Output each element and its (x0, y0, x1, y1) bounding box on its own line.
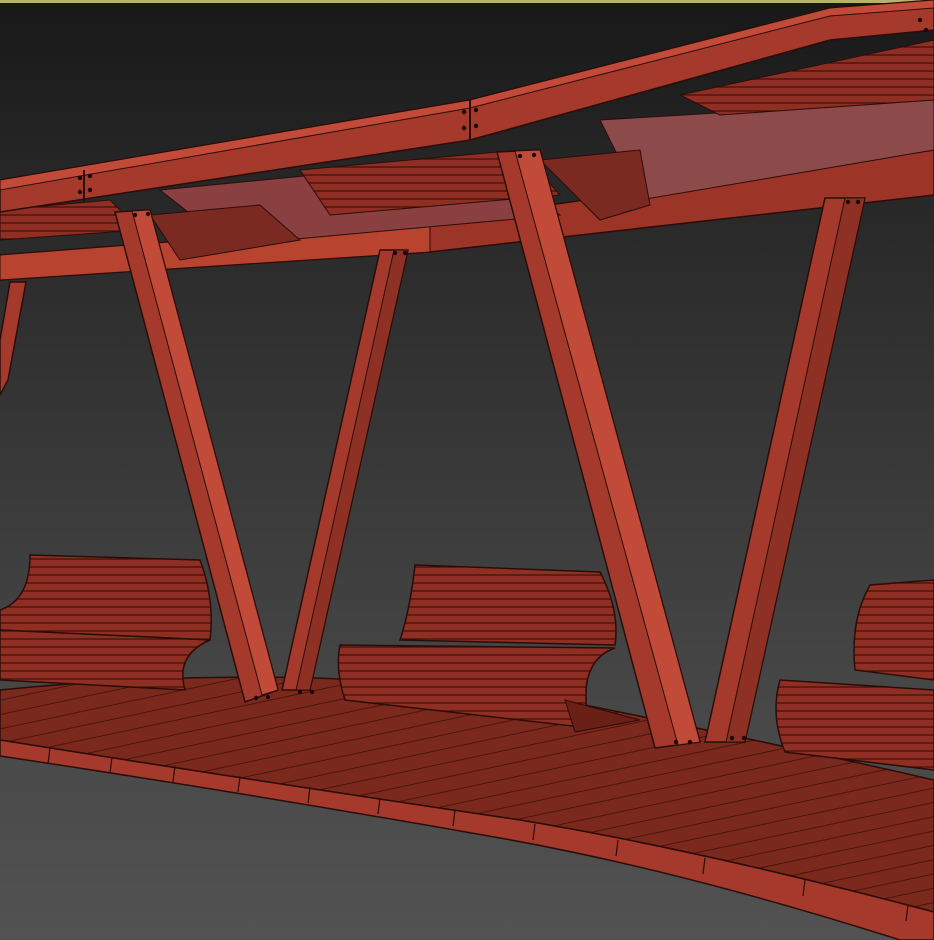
bench-right[interactable] (775, 579, 934, 771)
bench-left[interactable] (0, 554, 212, 691)
v-column-far-left[interactable] (0, 281, 27, 396)
wireframe-scene[interactable] (0, 0, 934, 940)
3d-viewport[interactable] (0, 0, 934, 940)
